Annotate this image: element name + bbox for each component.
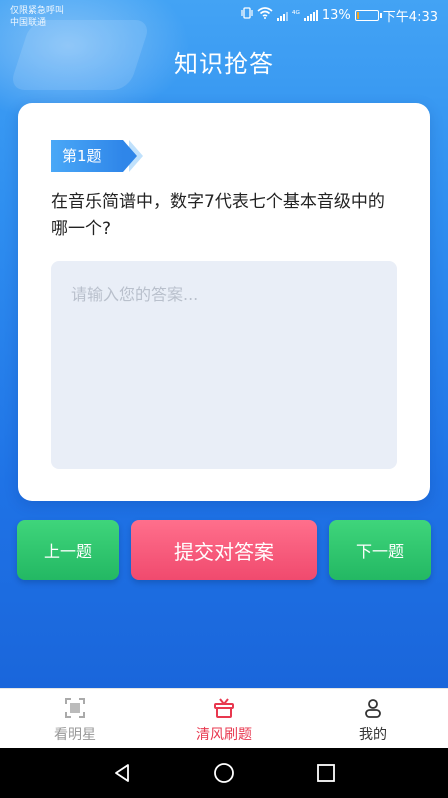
signal-icon-2 xyxy=(303,9,318,21)
previous-question-button[interactable]: 上一题 xyxy=(17,520,119,580)
answer-input[interactable] xyxy=(51,261,397,469)
battery-icon xyxy=(354,9,382,21)
tab-mine-label: 我的 xyxy=(359,727,387,743)
scan-icon xyxy=(65,698,85,718)
user-icon xyxy=(365,699,381,718)
next-question-button[interactable]: 下一题 xyxy=(329,520,431,580)
tab-mine[interactable]: 我的 xyxy=(298,689,448,748)
signal-icon xyxy=(276,9,288,21)
clock: 下午4:33 xyxy=(382,9,438,25)
tab-stars-label: 看明星 xyxy=(54,727,96,743)
home-icon[interactable] xyxy=(213,762,235,784)
tab-quiz-label: 清风刷题 xyxy=(196,727,252,743)
gift-icon xyxy=(214,698,234,718)
back-icon[interactable] xyxy=(111,762,133,784)
question-number-badge: 第1题 xyxy=(51,140,143,172)
tab-quiz[interactable]: 清风刷题 xyxy=(150,689,298,748)
system-nav-bar xyxy=(0,748,448,798)
vibrate-icon xyxy=(241,7,253,23)
battery-percent: 13% xyxy=(321,7,351,23)
question-text: 在音乐简谱中，数字7代表七个基本音级中的哪一个? xyxy=(51,192,385,239)
bottom-tab-bar: 看明星 清风刷题 我的 xyxy=(0,688,448,748)
wifi-icon xyxy=(257,7,273,23)
recents-icon[interactable] xyxy=(315,762,337,784)
question-card: 第1题 在音乐简谱中，数字7代表七个基本音级中的哪一个? xyxy=(18,103,430,501)
submit-answer-button[interactable]: 提交对答案 xyxy=(131,520,317,580)
page-title: 知识抢答 xyxy=(174,50,274,78)
carrier-name: 中国联通 xyxy=(10,18,47,28)
tab-stars[interactable]: 看明星 xyxy=(0,689,150,748)
network-type: ⁴ᴳ xyxy=(291,10,300,20)
status-icons: ⁴ᴳ 13% 下午4:33 xyxy=(241,6,438,25)
status-bar: 仅限紧急呼叫 中国联通 ⁴ᴳ 13% 下午4:33 xyxy=(0,0,448,30)
